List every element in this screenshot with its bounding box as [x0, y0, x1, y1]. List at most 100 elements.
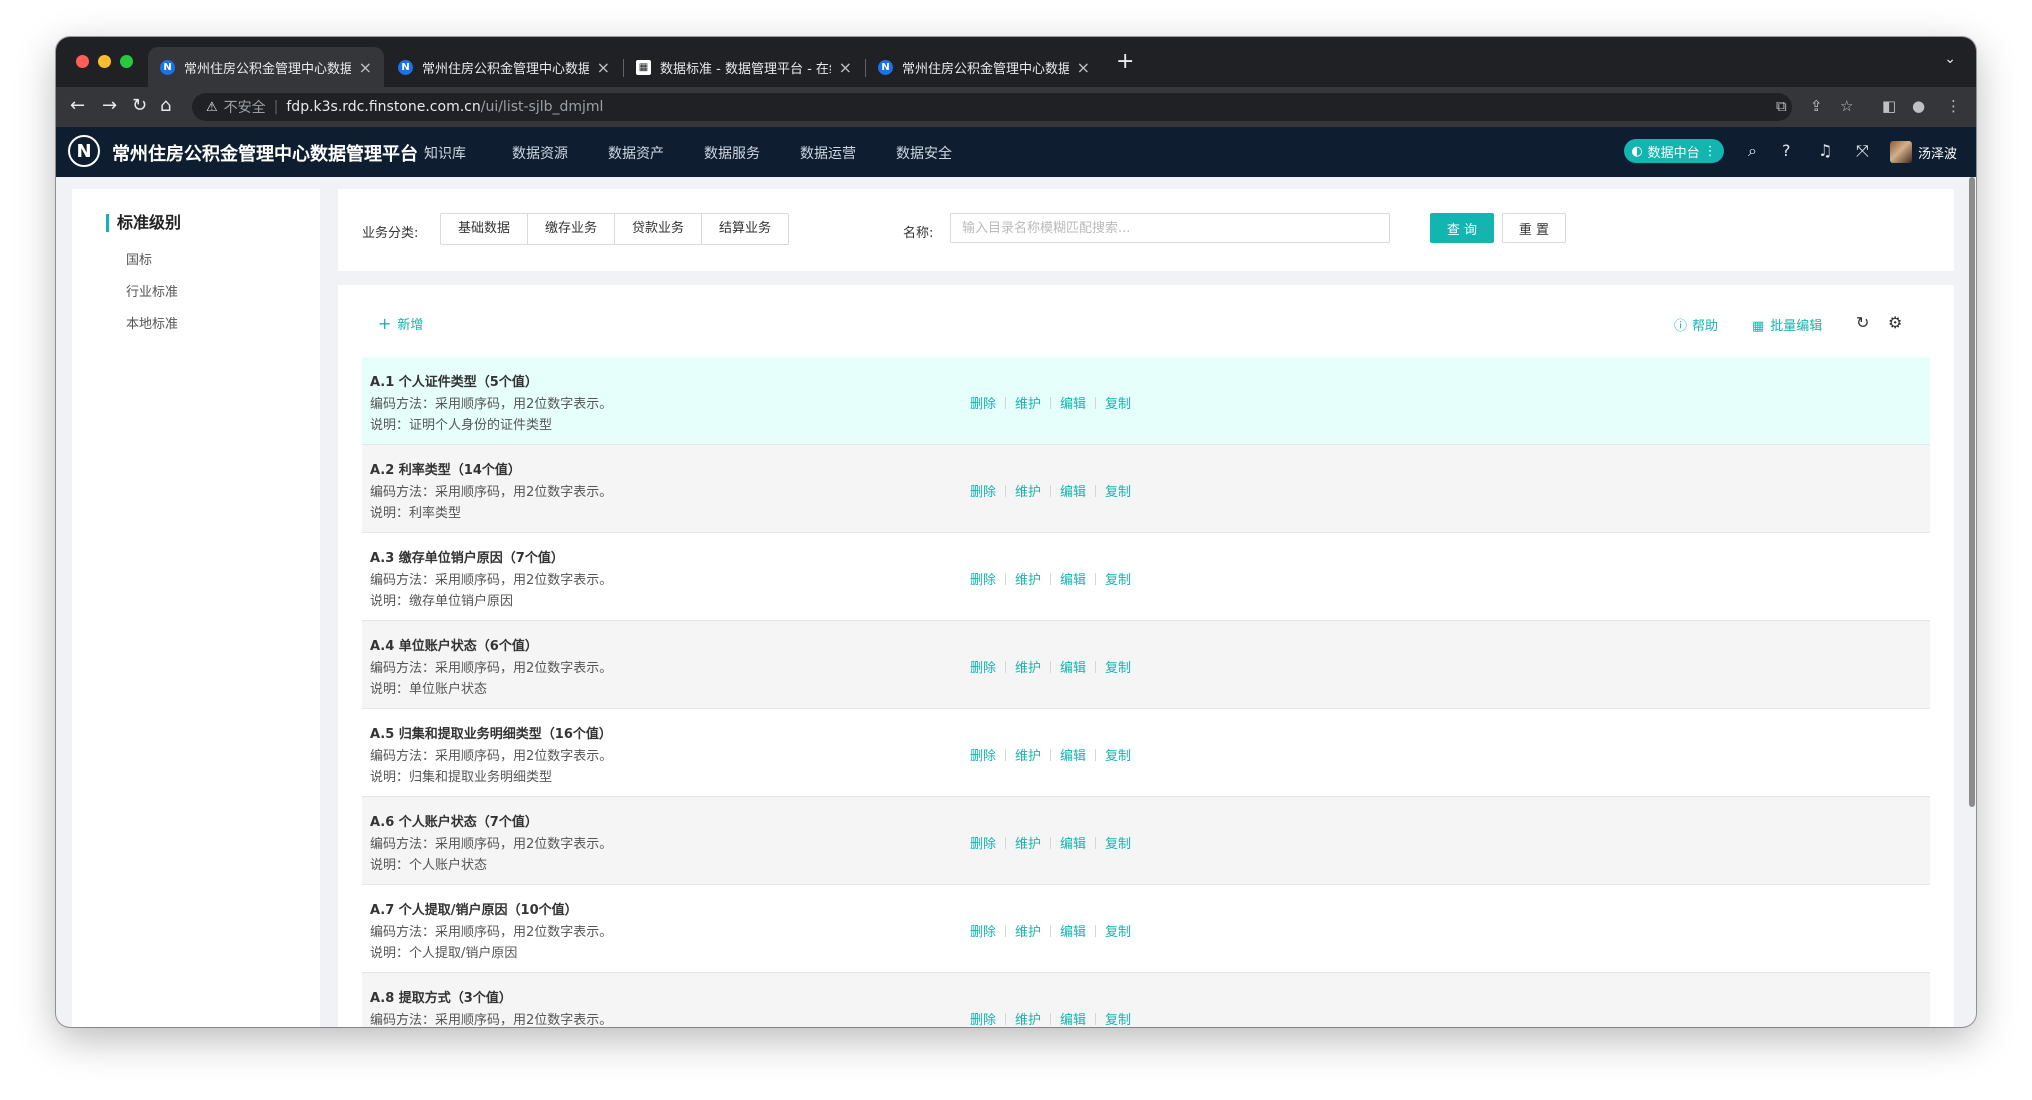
help-button[interactable]: ⓘ 帮助 [1674, 315, 1718, 334]
side-panel-icon[interactable]: ◧ [1882, 97, 1896, 115]
bell-icon[interactable]: ♫ [1818, 141, 1832, 160]
minimize-window-button[interactable] [98, 55, 111, 68]
list-item[interactable]: A.3 缴存单位销户原因（7个值） 编码方法：采用顺序码，用2位数字表示。 说明… [362, 533, 1930, 621]
bookmark-star-icon[interactable]: ☆ [1840, 97, 1853, 115]
delete-link[interactable]: 删除 [970, 481, 996, 500]
logo[interactable]: N [68, 135, 100, 167]
profile-icon[interactable]: ● [1912, 97, 1925, 115]
user-name[interactable]: 汤泽波 [1918, 143, 1957, 162]
copy-link[interactable]: 复制 [1105, 833, 1131, 852]
copy-link[interactable]: 复制 [1105, 921, 1131, 940]
close-tab-icon[interactable]: × [839, 58, 852, 77]
list-item[interactable]: A.7 个人提取/销户原因（10个值） 编码方法：采用顺序码，用2位数字表示。 … [362, 885, 1930, 973]
delete-link[interactable]: 删除 [970, 921, 996, 940]
home-icon[interactable]: ⌂ [160, 95, 171, 116]
item-description: 说明：个人提取/销户原因 [370, 946, 518, 961]
maintain-link[interactable]: 维护 [1015, 833, 1041, 852]
close-tab-icon[interactable]: × [597, 58, 610, 77]
category-settlement-button[interactable]: 结算业务 [702, 214, 788, 244]
category-loan-button[interactable]: 贷款业务 [615, 214, 703, 244]
share-icon[interactable]: ⇪ [1810, 97, 1823, 115]
copy-link[interactable]: 复制 [1105, 745, 1131, 764]
category-button-group: 基础数据 缴存业务 贷款业务 结算业务 [440, 213, 790, 245]
sidebar-item-industry[interactable]: 行业标准 [126, 281, 178, 300]
tab-strip: N 常州住房公积金管理中心数据管理 × N 常州住房公积金管理中心数据管理 × … [56, 37, 1976, 87]
maintain-link[interactable]: 维护 [1015, 657, 1041, 676]
copy-link[interactable]: 复制 [1105, 657, 1131, 676]
nav-data-security[interactable]: 数据安全 [896, 143, 952, 163]
close-window-button[interactable] [76, 55, 89, 68]
page-scrollbar[interactable] [1969, 177, 1975, 807]
close-tab-icon[interactable]: × [359, 58, 372, 77]
browser-tab-2[interactable]: N 常州住房公积金管理中心数据管理 × [386, 47, 622, 87]
copy-link[interactable]: 复制 [1105, 1009, 1131, 1027]
copy-link[interactable]: 复制 [1105, 481, 1131, 500]
delete-link[interactable]: 删除 [970, 393, 996, 412]
data-center-button[interactable]: ◐ 数据中台 ⋮ [1624, 139, 1724, 163]
browser-menu-icon[interactable]: ⋮ [1946, 97, 1961, 115]
search-icon[interactable]: ⌕ [1748, 141, 1757, 161]
query-button[interactable]: 查 询 [1430, 213, 1494, 243]
copy-link[interactable]: 复制 [1105, 393, 1131, 412]
maintain-link[interactable]: 维护 [1015, 745, 1041, 764]
reload-icon[interactable]: ↻ [132, 95, 147, 116]
edit-link[interactable]: 编辑 [1060, 745, 1086, 764]
sidebar-item-national[interactable]: 国标 [126, 249, 152, 268]
edit-link[interactable]: 编辑 [1060, 657, 1086, 676]
edit-link[interactable]: 编辑 [1060, 1009, 1086, 1027]
delete-link[interactable]: 删除 [970, 745, 996, 764]
browser-tab-1[interactable]: N 常州住房公积金管理中心数据管理 × [148, 47, 384, 87]
sidebar-title: 标准级别 [106, 214, 181, 232]
close-tab-icon[interactable]: × [1077, 58, 1090, 77]
new-tab-button[interactable]: + [1116, 49, 1134, 74]
nav-data-resources[interactable]: 数据资源 [512, 143, 568, 163]
refresh-icon[interactable]: ↻ [1856, 313, 1869, 332]
delete-link[interactable]: 删除 [970, 657, 996, 676]
tab-search-chevron-icon[interactable]: ⌄ [1944, 51, 1956, 67]
list-item[interactable]: A.1 个人证件类型（5个值） 编码方法：采用顺序码，用2位数字表示。 说明：证… [362, 357, 1930, 445]
delete-link[interactable]: 删除 [970, 1009, 996, 1027]
browser-tab-3[interactable]: ▦ 数据标准 - 数据管理平台 - 在线 × [624, 47, 864, 87]
add-button[interactable]: + 新增 [378, 314, 423, 333]
browser-tab-4[interactable]: N 常州住房公积金管理中心数据管理 × [866, 47, 1102, 87]
avatar[interactable] [1890, 141, 1912, 163]
delete-link[interactable]: 删除 [970, 833, 996, 852]
edit-link[interactable]: 编辑 [1060, 481, 1086, 500]
maintain-link[interactable]: 维护 [1015, 393, 1041, 412]
delete-link[interactable]: 删除 [970, 569, 996, 588]
reset-button[interactable]: 重 置 [1502, 213, 1566, 243]
copy-link[interactable]: 复制 [1105, 569, 1131, 588]
batch-edit-button[interactable]: ▦ 批量编辑 [1752, 315, 1822, 334]
list-item[interactable]: A.5 归集和提取业务明细类型（16个值） 编码方法：采用顺序码，用2位数字表示… [362, 709, 1930, 797]
nav-data-assets[interactable]: 数据资产 [608, 143, 664, 163]
fullscreen-icon[interactable]: ⤧ [1856, 141, 1869, 161]
sidebar-item-local[interactable]: 本地标准 [126, 313, 178, 332]
list-item[interactable]: A.8 提取方式（3个值） 编码方法：采用顺序码，用2位数字表示。 删除 维护 … [362, 973, 1930, 1027]
maintain-link[interactable]: 维护 [1015, 921, 1041, 940]
nav-data-services[interactable]: 数据服务 [704, 143, 760, 163]
nav-data-operations[interactable]: 数据运营 [800, 143, 856, 163]
maintain-link[interactable]: 维护 [1015, 569, 1041, 588]
name-search-input[interactable] [950, 213, 1390, 243]
forward-arrow-icon[interactable]: → [102, 95, 117, 116]
edit-link[interactable]: 编辑 [1060, 569, 1086, 588]
category-deposit-button[interactable]: 缴存业务 [528, 214, 616, 244]
back-arrow-icon[interactable]: ← [70, 95, 85, 116]
edit-link[interactable]: 编辑 [1060, 393, 1086, 412]
item-actions: 删除 维护 编辑 复制 [970, 1009, 1131, 1027]
settings-gear-icon[interactable]: ⚙ [1888, 313, 1902, 332]
list-item[interactable]: A.6 个人账户状态（7个值） 编码方法：采用顺序码，用2位数字表示。 说明：个… [362, 797, 1930, 885]
edit-link[interactable]: 编辑 [1060, 921, 1086, 940]
maintain-link[interactable]: 维护 [1015, 481, 1041, 500]
tab-title: 数据标准 - 数据管理平台 - 在线 [660, 61, 831, 77]
list-item[interactable]: A.4 单位账户状态（6个值） 编码方法：采用顺序码，用2位数字表示。 说明：单… [362, 621, 1930, 709]
url-field[interactable]: ⚠ 不安全 | fdp.k3s.rdc.finstone.com.cn /ui/… [192, 93, 1792, 121]
help-circle-icon[interactable]: ? [1782, 141, 1791, 160]
edit-link[interactable]: 编辑 [1060, 833, 1086, 852]
maximize-window-button[interactable] [120, 55, 133, 68]
maintain-link[interactable]: 维护 [1015, 1009, 1041, 1027]
translate-icon[interactable]: ⧉ [1776, 97, 1787, 115]
nav-knowledge-base[interactable]: 知识库 [424, 143, 466, 163]
category-basic-data-button[interactable]: 基础数据 [441, 214, 529, 244]
list-item[interactable]: A.2 利率类型（14个值） 编码方法：采用顺序码，用2位数字表示。 说明：利率… [362, 445, 1930, 533]
